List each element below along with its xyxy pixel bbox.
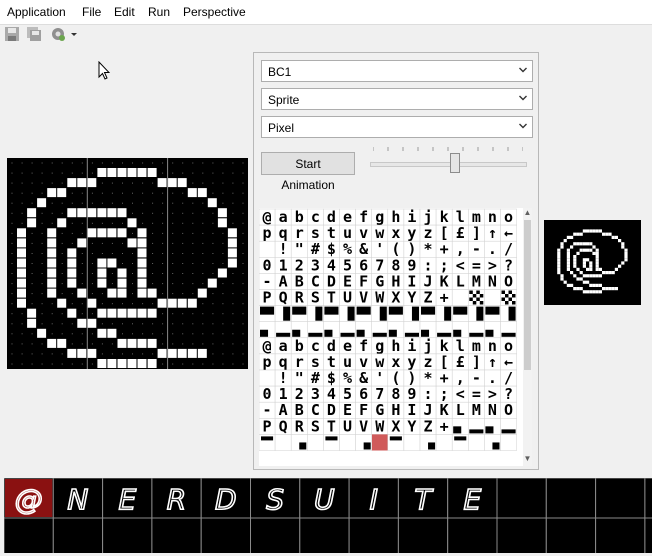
- animation-frame-9[interactable]: E: [463, 482, 483, 517]
- svg-text:S: S: [311, 289, 320, 307]
- menu-application[interactable]: Application: [7, 5, 66, 19]
- sprite-preview: [544, 220, 641, 305]
- svg-text:U: U: [343, 289, 352, 307]
- speed-slider-handle[interactable]: [450, 153, 460, 173]
- svg-text:V: V: [359, 289, 368, 307]
- sprite-properties-panel: BC1 Sprite Pixel Start Animation @ a b c d e f…: [253, 52, 539, 470]
- animation-frame-3[interactable]: R: [166, 482, 187, 517]
- platform-select[interactable]: BC1: [261, 60, 533, 82]
- menu-file[interactable]: File: [82, 5, 101, 19]
- dropdown-arrow-icon[interactable]: [70, 26, 78, 42]
- animation-frame-8[interactable]: T: [414, 482, 435, 517]
- svg-text:Y: Y: [407, 289, 416, 307]
- svg-text:P: P: [263, 289, 272, 307]
- scroll-up-icon[interactable]: ▲: [523, 208, 532, 218]
- svg-text:W: W: [375, 289, 385, 307]
- charset-view[interactable]: @ a b c d e f g h i j k l m n o p q r s t u v w x y z[£] ↑ ←! " # $% & '(…: [258, 208, 532, 466]
- run-settings-icon[interactable]: [50, 26, 66, 42]
- svg-text:W: W: [375, 417, 385, 435]
- mouse-pointer-icon: [98, 61, 110, 80]
- menu-edit[interactable]: Edit: [114, 5, 135, 19]
- animation-frame-6[interactable]: U: [313, 482, 335, 517]
- draw-mode-select[interactable]: Pixel: [261, 116, 533, 138]
- save-icon[interactable]: [4, 26, 20, 42]
- svg-text:p: p: [263, 353, 272, 371]
- menu-run[interactable]: Run: [148, 5, 170, 19]
- platform-select-value: BC1: [268, 65, 292, 79]
- svg-text:O: O: [504, 272, 513, 290]
- svg-text:M: M: [472, 272, 481, 290]
- speed-slider-ticks: [373, 147, 523, 151]
- svg-text:Z: Z: [424, 289, 433, 307]
- svg-text:P: P: [263, 417, 272, 435]
- save-all-icon[interactable]: [26, 26, 42, 42]
- draw-mode-select-value: Pixel: [268, 121, 295, 135]
- toolbar: [0, 24, 652, 46]
- sprite-editor-grid[interactable]: [7, 158, 248, 369]
- svg-text:Y: Y: [407, 417, 416, 435]
- chevron-down-icon: [519, 95, 527, 101]
- charset-scrollbar[interactable]: ▲ ▼: [523, 208, 532, 466]
- svg-text:R: R: [295, 417, 305, 435]
- mode-select[interactable]: Sprite: [261, 88, 533, 110]
- svg-text:L: L: [456, 272, 465, 290]
- chevron-down-icon: [519, 123, 527, 129]
- svg-text:U: U: [343, 417, 352, 435]
- animation-frame-4[interactable]: D: [214, 482, 237, 517]
- animation-frame-7[interactable]: I: [369, 482, 379, 517]
- sprite-preview-image: [557, 229, 628, 294]
- speed-slider-track[interactable]: [370, 162, 527, 167]
- svg-text:p: p: [263, 224, 272, 242]
- svg-text:N: N: [488, 272, 497, 290]
- svg-text:R: R: [295, 289, 305, 307]
- menu-bar: Application File Edit Run Perspective: [0, 0, 652, 25]
- animation-frame-2[interactable]: E: [118, 482, 138, 517]
- animation-frame-strip[interactable]: @ N E R D S U I T E: [3, 477, 652, 556]
- svg-text:S: S: [311, 417, 320, 435]
- menu-perspective[interactable]: Perspective: [183, 5, 246, 19]
- svg-text:Q: Q: [279, 289, 288, 307]
- mode-select-value: Sprite: [268, 93, 300, 107]
- frame-strip-grid[interactable]: @ N E R D S U I T E: [3, 477, 652, 556]
- svg-text:Q: Q: [279, 417, 288, 435]
- animation-frame-5[interactable]: S: [265, 482, 284, 517]
- scroll-down-icon[interactable]: ▼: [523, 454, 532, 464]
- svg-text:X: X: [391, 289, 400, 307]
- svg-text:+: +: [440, 417, 449, 435]
- svg-text:N: N: [488, 401, 497, 419]
- charset-grid[interactable]: @ a b c d e f g h i j k l m n op q r s t u v w x y z[£] ↑ ←! " # $% & '(…: [258, 208, 519, 466]
- svg-text:V: V: [359, 417, 368, 435]
- sprite-editor-canvas[interactable]: [7, 158, 248, 369]
- animation-frame-0[interactable]: @: [14, 482, 44, 517]
- svg-text:X: X: [391, 417, 400, 435]
- animation-frame-1[interactable]: N: [67, 482, 90, 517]
- scrollbar-thumb[interactable]: [524, 220, 531, 370]
- svg-text:O: O: [504, 401, 513, 419]
- svg-text:L: L: [456, 401, 465, 419]
- start-animation-button[interactable]: Start Animation: [261, 152, 355, 192]
- chevron-down-icon: [519, 67, 527, 73]
- svg-text:T: T: [327, 289, 336, 307]
- svg-text:M: M: [472, 401, 481, 419]
- svg-text:+: +: [440, 289, 449, 307]
- svg-text:T: T: [327, 417, 336, 435]
- svg-text:Z: Z: [424, 417, 433, 435]
